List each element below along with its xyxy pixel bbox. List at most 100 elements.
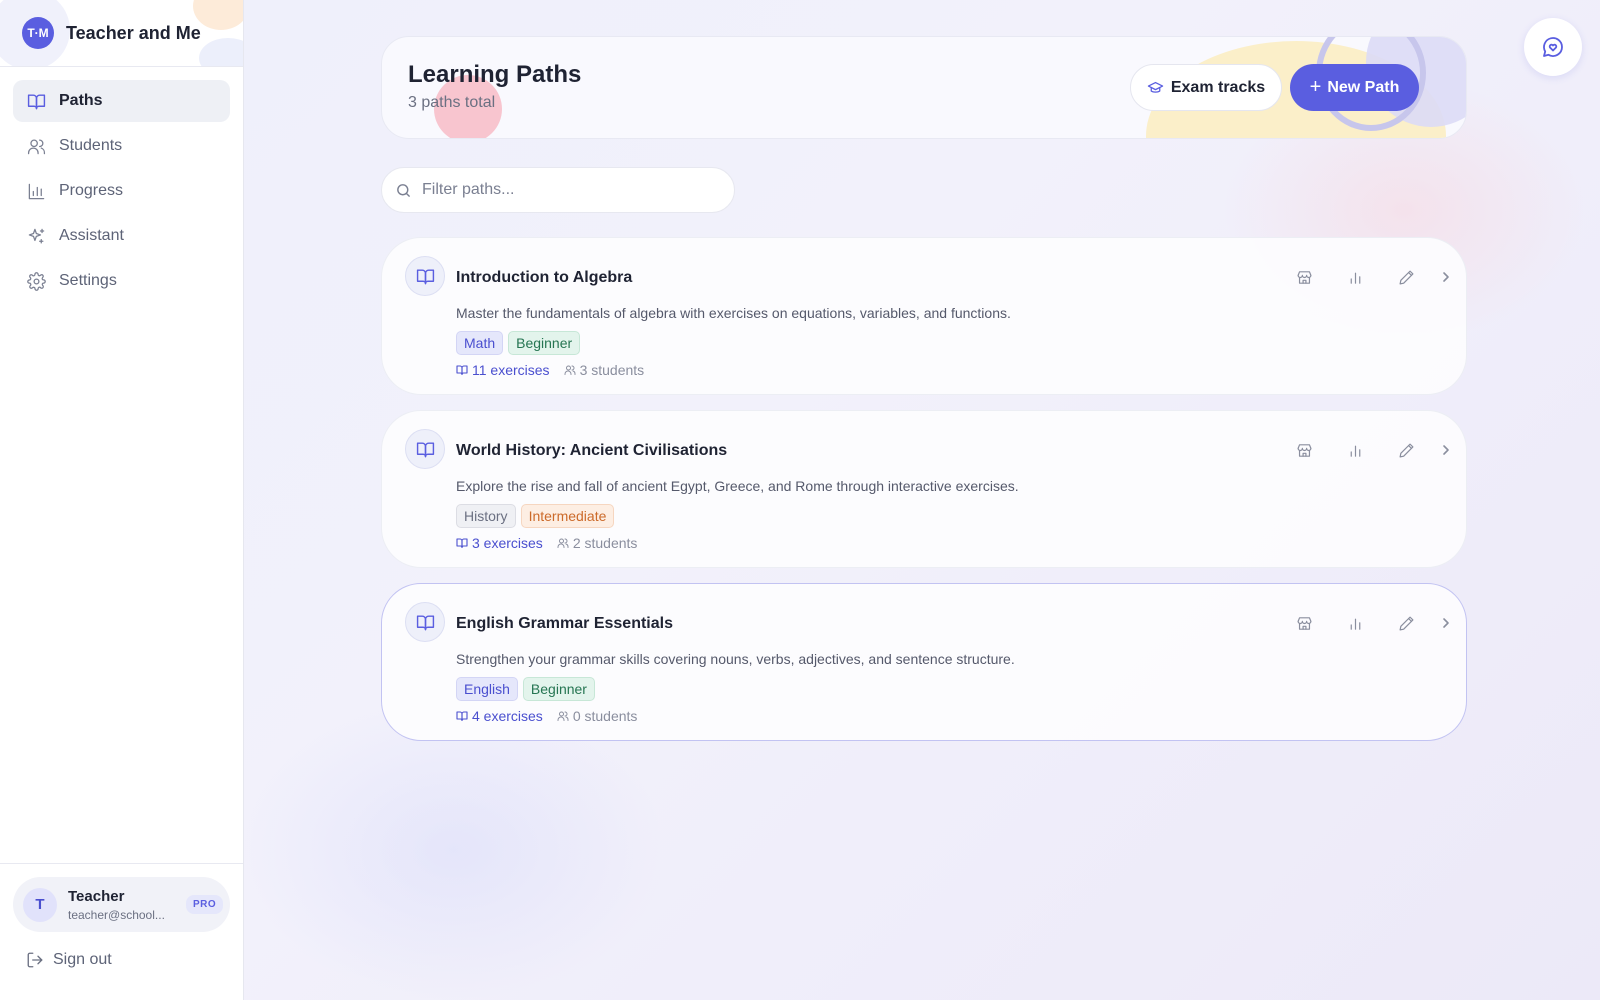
- book-open-icon: [405, 602, 445, 642]
- students-count: 2 students: [557, 535, 638, 551]
- users-icon: [26, 136, 46, 156]
- store-icon[interactable]: [1295, 268, 1313, 286]
- users-icon: [564, 365, 576, 375]
- user-section: T Teacher teacher@school... PRO Sign out: [0, 863, 243, 1000]
- path-description: Strengthen your grammar skills covering …: [456, 651, 1015, 667]
- path-actions: [1262, 614, 1452, 632]
- book-open-icon: [26, 91, 46, 111]
- bar-chart-icon: [26, 181, 46, 201]
- page-header: Learning Paths 3 paths total Exam tracks…: [381, 36, 1467, 139]
- sign-out-button[interactable]: Sign out: [13, 951, 230, 969]
- exercises-label: 11 exercises: [472, 362, 550, 378]
- graduation-cap-icon: [1147, 81, 1164, 93]
- background-glow: [244, 700, 664, 1000]
- exercises-label: 4 exercises: [472, 708, 543, 724]
- filter-search-bar: [381, 167, 735, 213]
- brand-logo[interactable]: T·M: [22, 17, 54, 49]
- search-icon: [397, 183, 410, 197]
- chevron-right-icon[interactable]: [1440, 614, 1452, 632]
- brand-decoration: [199, 38, 243, 66]
- gear-icon: [26, 271, 46, 291]
- exam-tracks-button[interactable]: Exam tracks: [1130, 64, 1282, 111]
- chat-heart-icon: [1543, 37, 1563, 57]
- plan-badge: PRO: [186, 895, 224, 914]
- user-email: teacher@school...: [68, 907, 165, 922]
- new-path-label: New Path: [1327, 78, 1400, 96]
- subject-tag: Math: [456, 331, 504, 355]
- main-content: Learning Paths 3 paths total Exam tracks…: [244, 0, 1600, 1000]
- store-icon[interactable]: [1295, 614, 1313, 632]
- users-icon: [557, 711, 569, 721]
- path-description: Master the fundamentals of algebra with …: [456, 305, 1011, 321]
- path-meta: 11 exercises 3 students: [456, 362, 644, 378]
- path-actions: [1262, 441, 1452, 459]
- students-label: 0 students: [572, 708, 638, 724]
- level-tag: Beginner: [508, 331, 581, 355]
- sidebar-item-label: Paths: [59, 92, 103, 109]
- stats-icon[interactable]: [1346, 268, 1364, 286]
- book-open-icon: [405, 429, 445, 469]
- students-count: 0 students: [557, 708, 638, 724]
- user-profile-card[interactable]: T Teacher teacher@school... PRO: [13, 877, 230, 932]
- book-icon: [456, 538, 468, 549]
- sidebar-item-settings[interactable]: Settings: [13, 260, 230, 302]
- path-tags: English Beginner: [456, 677, 600, 701]
- chevron-right-icon[interactable]: [1440, 268, 1452, 286]
- sidebar-item-label: Settings: [59, 272, 117, 289]
- subject-tag: History: [456, 504, 516, 528]
- book-open-icon: [405, 256, 445, 296]
- book-icon: [456, 711, 468, 722]
- exercises-label: 3 exercises: [472, 535, 543, 551]
- sign-out-label: Sign out: [53, 951, 112, 968]
- edit-pencil-icon[interactable]: [1397, 268, 1415, 286]
- sidebar-nav: Paths Students Progress Assistant Settin…: [0, 67, 243, 302]
- students-count: 3 students: [564, 362, 645, 378]
- exam-tracks-label: Exam tracks: [1170, 78, 1266, 96]
- path-card[interactable]: World History: Ancient Civilisations Exp…: [381, 410, 1467, 568]
- exercises-count[interactable]: 11 exercises: [456, 362, 550, 378]
- page-title: Learning Paths: [408, 61, 582, 88]
- path-card[interactable]: English Grammar Essentials Strengthen yo…: [381, 583, 1467, 741]
- store-icon[interactable]: [1295, 441, 1313, 459]
- new-path-button[interactable]: + New Path: [1290, 64, 1419, 111]
- user-info: Teacher teacher@school...: [68, 888, 178, 922]
- chat-support-button[interactable]: [1524, 18, 1582, 76]
- path-title: World History: Ancient Civilisations: [456, 442, 728, 459]
- chevron-right-icon[interactable]: [1440, 441, 1452, 459]
- sidebar-item-label: Students: [59, 137, 123, 154]
- path-tags: History Intermediate: [456, 504, 619, 528]
- brand-name: Teacher and Me: [66, 22, 201, 43]
- sidebar-item-assistant[interactable]: Assistant: [13, 215, 230, 257]
- sidebar-item-label: Progress: [59, 182, 124, 199]
- stats-icon[interactable]: [1346, 441, 1364, 459]
- sidebar-item-progress[interactable]: Progress: [13, 170, 230, 212]
- sidebar: T·M Teacher and Me Paths Students Progre…: [0, 0, 244, 1000]
- brand-header: T·M Teacher and Me: [0, 0, 243, 67]
- exercises-count[interactable]: 3 exercises: [456, 535, 543, 551]
- path-meta: 3 exercises 2 students: [456, 535, 637, 551]
- users-icon: [557, 538, 569, 548]
- user-name: Teacher: [68, 887, 125, 905]
- edit-pencil-icon[interactable]: [1397, 441, 1415, 459]
- edit-pencil-icon[interactable]: [1397, 614, 1415, 632]
- avatar: T: [23, 887, 57, 922]
- path-title: Introduction to Algebra: [456, 269, 633, 286]
- subject-tag: English: [456, 677, 518, 701]
- filter-paths-input[interactable]: [422, 181, 722, 199]
- exercises-count[interactable]: 4 exercises: [456, 708, 543, 724]
- path-description: Explore the rise and fall of ancient Egy…: [456, 478, 1019, 494]
- stats-icon[interactable]: [1346, 614, 1364, 632]
- log-out-icon: [27, 952, 43, 968]
- sidebar-item-paths[interactable]: Paths: [13, 80, 230, 122]
- path-title: English Grammar Essentials: [456, 615, 673, 632]
- path-tags: Math Beginner: [456, 331, 585, 355]
- students-label: 2 students: [572, 535, 638, 551]
- sidebar-item-students[interactable]: Students: [13, 125, 230, 167]
- book-icon: [456, 365, 468, 376]
- students-label: 3 students: [579, 362, 645, 378]
- path-card[interactable]: Introduction to Algebra Master the funda…: [381, 237, 1467, 395]
- plus-icon: +: [1309, 76, 1322, 98]
- sparkles-icon: [26, 226, 46, 246]
- sidebar-item-label: Assistant: [59, 227, 124, 244]
- path-meta: 4 exercises 0 students: [456, 708, 637, 724]
